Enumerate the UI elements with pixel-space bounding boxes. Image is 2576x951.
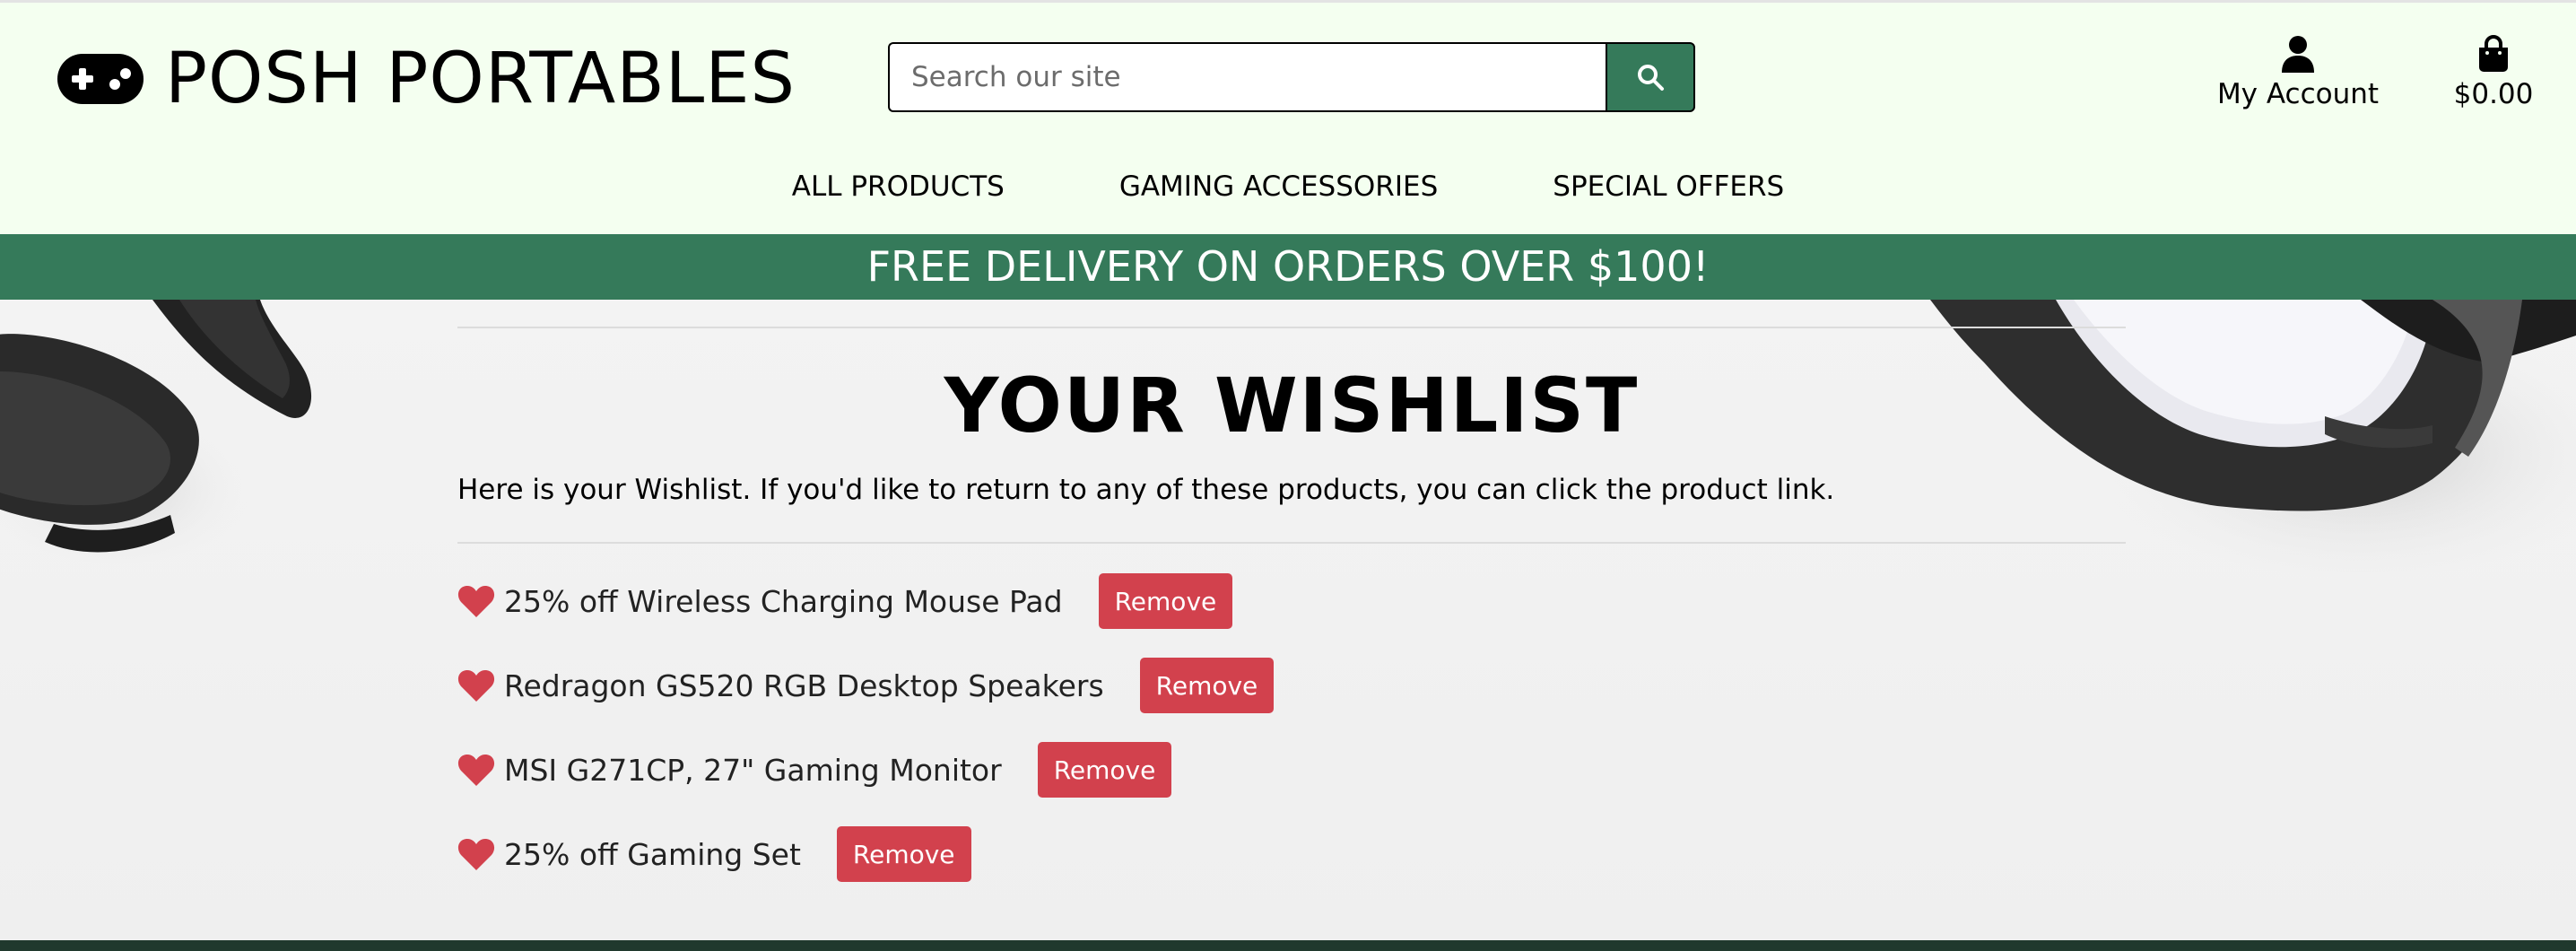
wishlist-product-link[interactable]: 25% off Wireless Charging Mouse Pad [504, 584, 1063, 619]
headphones-image [0, 300, 312, 569]
remove-button[interactable]: Remove [1037, 742, 1172, 798]
wishlist-item: 25% off Gaming Set Remove [457, 825, 2126, 883]
wishlist-item: Redragon GS520 RGB Desktop Speakers Remo… [457, 657, 2126, 714]
cart-link[interactable]: $0.00 [2440, 35, 2547, 110]
search-form [888, 42, 1695, 112]
gamepad-icon [57, 54, 144, 104]
my-account-link[interactable]: My Account [2208, 35, 2388, 110]
wishlist-intro: Here is your Wishlist. If you'd like to … [457, 474, 1835, 506]
wishlist-section: YOUR WISHLIST Here is your Wishlist. If … [0, 300, 2576, 940]
heart-icon [457, 839, 495, 870]
cart-total: $0.00 [2453, 78, 2534, 110]
brand-logo[interactable]: POSH PORTABLES [56, 39, 796, 119]
user-icon [2282, 36, 2314, 73]
wishlist-content: YOUR WISHLIST Here is your Wishlist. If … [457, 327, 2126, 910]
wishlist-product-link[interactable]: MSI G271CP, 27" Gaming Monitor [504, 753, 1002, 788]
search-icon [1638, 65, 1664, 91]
wishlist-items: 25% off Wireless Charging Mouse Pad Remo… [457, 572, 2126, 883]
wishlist-item: 25% off Wireless Charging Mouse Pad Remo… [457, 572, 2126, 630]
search-button[interactable] [1606, 42, 1695, 112]
nav-all-products[interactable]: ALL PRODUCTS [792, 164, 1005, 209]
wishlist-product-link[interactable]: Redragon GS520 RGB Desktop Speakers [504, 668, 1104, 703]
heart-icon [457, 755, 495, 786]
my-account-label: My Account [2216, 78, 2380, 110]
heart-icon [457, 670, 495, 702]
remove-button[interactable]: Remove [836, 826, 971, 882]
wishlist-product-link[interactable]: 25% off Gaming Set [504, 837, 801, 872]
shopping-bag-icon [2479, 35, 2508, 72]
brand-name: POSH PORTABLES [165, 39, 796, 119]
site-footer [0, 940, 2576, 951]
search-input[interactable] [888, 42, 1606, 112]
remove-button[interactable]: Remove [1139, 658, 1275, 713]
remove-button[interactable]: Remove [1098, 573, 1233, 629]
heart-icon [457, 586, 495, 617]
nav-gaming-accessories[interactable]: GAMING ACCESSORIES [1119, 164, 1438, 209]
page-title: YOUR WISHLIST [944, 362, 1640, 449]
main-nav: ALL PRODUCTS GAMING ACCESSORIES SPECIAL … [0, 164, 2576, 209]
nav-special-offers[interactable]: SPECIAL OFFERS [1553, 164, 1784, 209]
delivery-banner: FREE DELIVERY ON ORDERS OVER $100! [0, 234, 2576, 300]
divider-bottom [457, 542, 2126, 544]
wishlist-item: MSI G271CP, 27" Gaming Monitor Remove [457, 741, 2126, 798]
site-header: POSH PORTABLES My Account $0.00 ALL PROD… [0, 3, 2576, 234]
divider-top [457, 327, 2126, 328]
